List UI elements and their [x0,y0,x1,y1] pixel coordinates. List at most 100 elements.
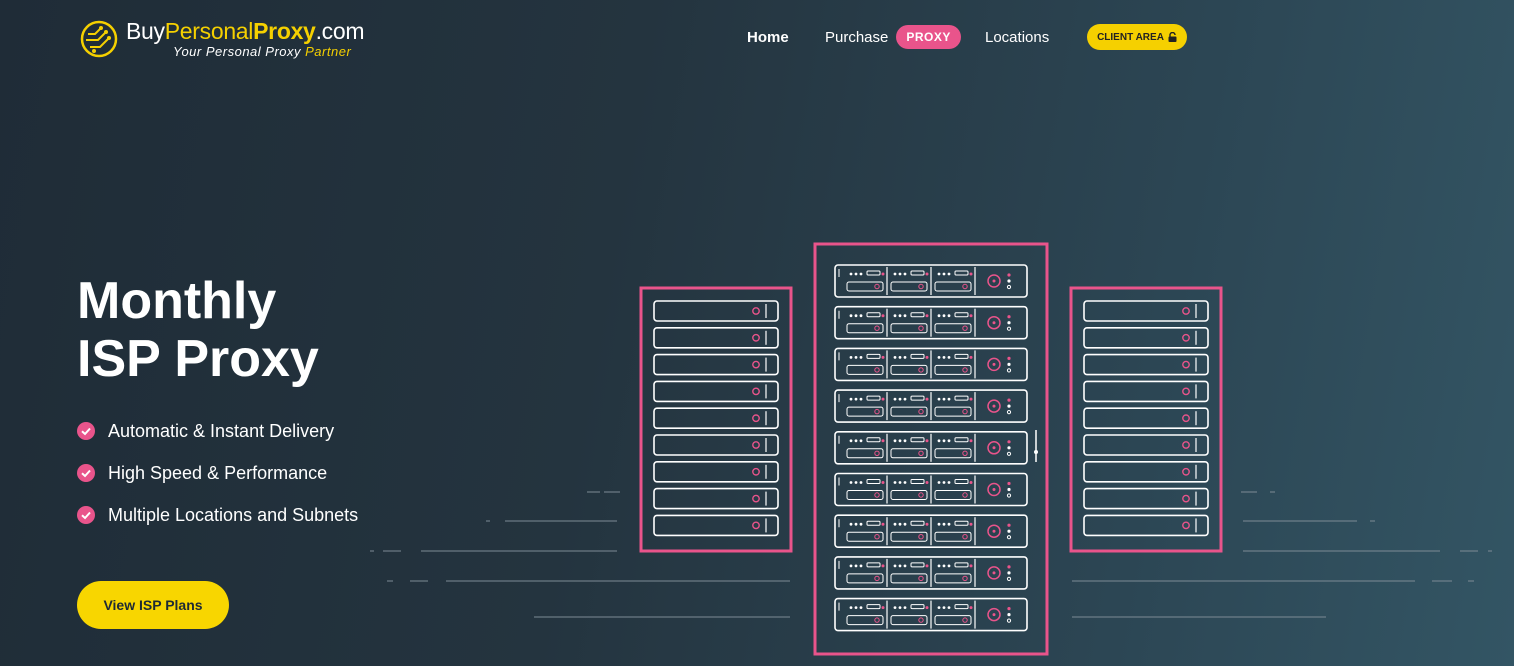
activity-led [881,355,885,359]
drive-bay [890,281,928,292]
power-dot [992,404,996,408]
drive-led [874,492,880,498]
status-dot [859,356,863,359]
status-dot [947,314,951,318]
drive-bay [934,323,972,334]
status-dot [937,481,941,484]
status-led [1007,362,1011,366]
activity-led [925,314,929,318]
status-dot [898,272,902,276]
activity-led [881,522,885,526]
power-led [1182,307,1190,315]
activity-led [969,355,973,359]
status-dot [859,606,863,609]
drive-slot [866,270,881,276]
activity-led [969,564,973,568]
drive-led [918,283,924,290]
activity-led [969,439,973,443]
status-dot [937,439,941,443]
power-led [1182,521,1190,530]
drive-led [918,492,924,498]
status-dot [849,439,853,443]
activity-led [969,397,973,401]
drive-bay [890,573,928,584]
drive-led [874,325,880,331]
power-led [1182,333,1190,342]
status-dot [947,439,951,443]
drive-bay [934,448,972,459]
drive-led [874,617,880,623]
status-dot [893,522,897,526]
power-led [752,521,760,530]
drive-slot [954,520,969,526]
power-led [752,467,760,476]
status-dot [903,397,907,401]
status-dot [903,272,907,276]
activity-led [925,272,929,276]
power-dot [992,488,996,491]
power-dot [992,613,996,617]
status-dot [942,439,946,443]
status-dot [849,314,853,318]
drive-bay [934,490,972,500]
activity-led [969,314,973,318]
drive-bay [846,364,884,375]
status-dot [898,439,902,443]
drive-slot [954,353,969,359]
drive-led [962,283,968,290]
status-dot [947,481,951,484]
drive-led [874,450,880,456]
power-dot [992,529,996,533]
drive-bay [846,490,884,500]
status-dot [947,272,951,276]
status-led [1007,446,1011,450]
drive-bay [934,281,972,292]
status-dot [937,397,941,401]
status-dot [898,522,902,526]
status-dot [859,481,863,484]
drive-bay [890,531,928,542]
status-dot [937,272,941,276]
drive-led [962,492,968,498]
drive-bay [846,281,884,292]
activity-led [969,272,973,276]
status-led [1007,273,1011,277]
status-dot [942,606,946,609]
drive-bay [890,615,928,626]
power-led [752,387,760,396]
status-led [1007,398,1011,402]
drive-bay [846,531,884,542]
status-led [1007,481,1011,486]
status-dot [937,606,941,609]
status-dot [854,522,858,526]
drive-slot [954,562,969,568]
power-led [752,414,760,423]
status-dot [893,397,897,401]
status-dot [854,439,858,443]
status-led [1007,279,1011,283]
status-dot [898,564,902,568]
drive-slot [954,604,969,610]
drive-bay [934,573,972,584]
drive-led [918,575,924,582]
status-dot [854,314,858,318]
drive-slot [866,437,881,443]
drive-slot [910,562,925,568]
activity-led [881,314,885,318]
rack-cable-knob [1034,450,1038,454]
power-led [1182,387,1190,396]
drive-led [874,367,880,373]
status-dot [849,522,853,526]
status-dot [898,397,902,401]
status-dot [942,522,946,526]
status-dot [898,314,902,318]
drive-bay [890,364,928,375]
drive-bay [934,406,972,417]
drive-led [962,575,968,582]
drive-bay [890,406,928,417]
status-dot [947,522,951,526]
status-dot [854,606,858,609]
power-dot [992,446,996,450]
status-led [1006,618,1012,623]
status-led [1007,404,1011,408]
